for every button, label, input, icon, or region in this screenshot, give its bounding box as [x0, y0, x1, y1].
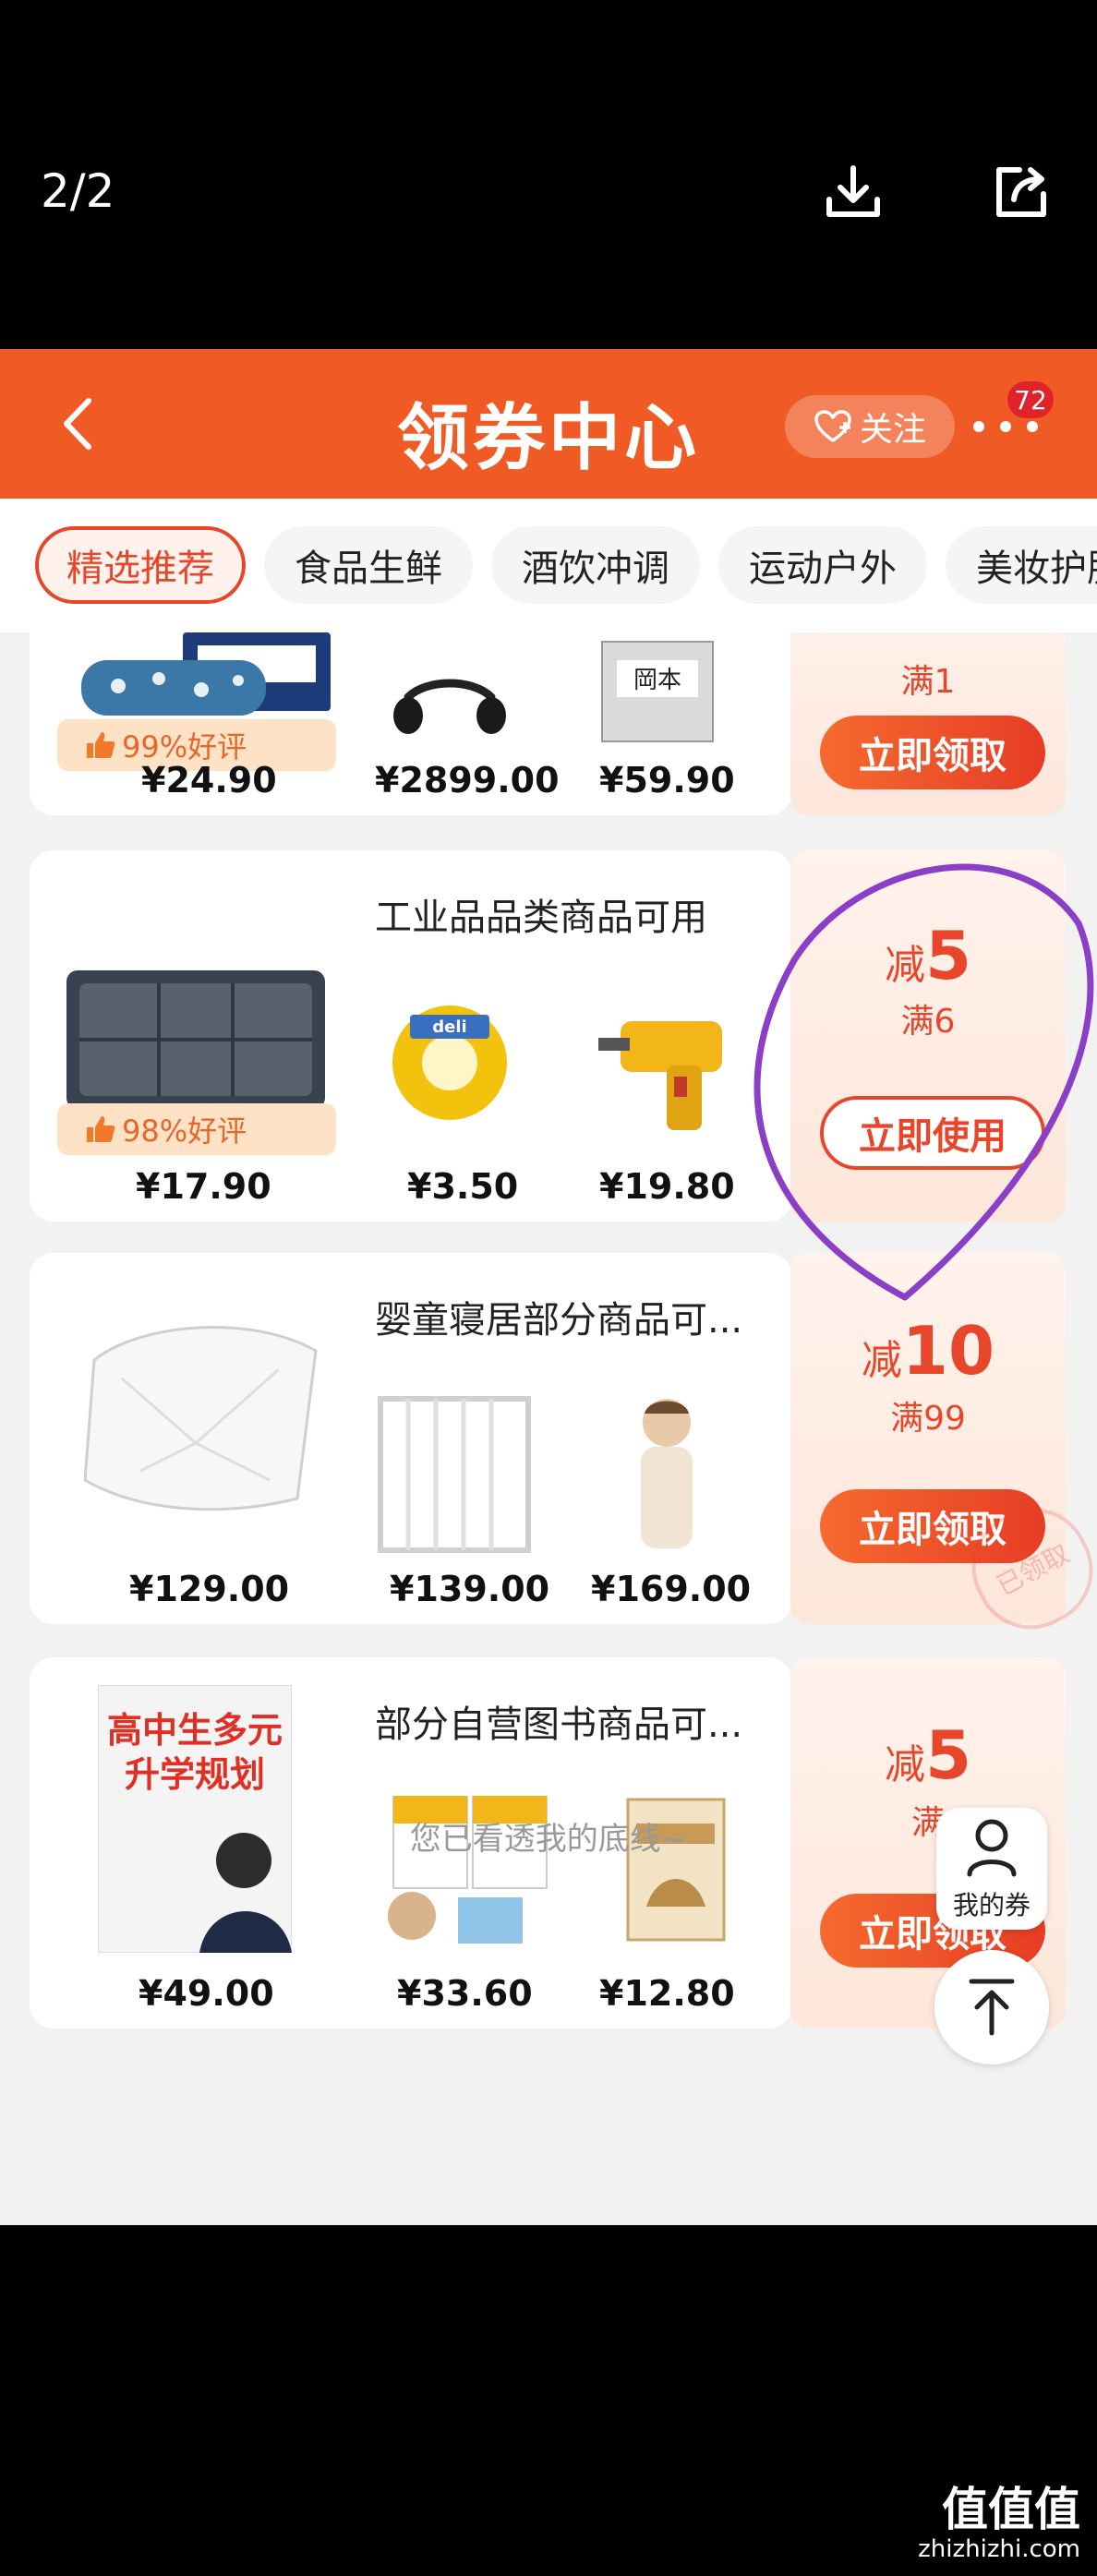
- product-price: ¥49.00: [139, 1973, 274, 2014]
- coupon-offer: 减5 满6 立即使用: [790, 850, 1066, 1222]
- back-to-top-button[interactable]: [934, 1950, 1049, 2064]
- rating-badge: 98%好评: [57, 1103, 336, 1155]
- product-price: ¥19.80: [599, 1166, 735, 1207]
- product-price: ¥33.60: [397, 1973, 533, 2014]
- notification-badge: 72: [1005, 379, 1056, 421]
- user-icon: [967, 1819, 1017, 1877]
- coupon-condition: 满1: [900, 663, 956, 701]
- product-price: ¥17.90: [136, 1166, 271, 1207]
- product-image: [641, 1399, 693, 1548]
- coupon-title: 婴童寝居部分商品可...: [375, 1299, 743, 1342]
- product-image: [378, 1396, 531, 1553]
- coupon-offer: 满1 立即领取: [790, 632, 1066, 815]
- product-image: [83, 1326, 318, 1511]
- use-now-button[interactable]: 立即使用: [820, 1096, 1045, 1170]
- product-brand-label: deli: [432, 1017, 466, 1037]
- product-image: [393, 679, 506, 734]
- thumbs-up-icon: [87, 732, 115, 758]
- product-price: ¥3.50: [407, 1166, 519, 1207]
- end-of-list-text: 您已看透我的底线~: [409, 1821, 688, 1858]
- follow-button[interactable]: 关注: [785, 395, 955, 458]
- share-icon[interactable]: [986, 157, 1056, 227]
- tab-beauty[interactable]: 美妆护肤: [946, 526, 1097, 604]
- product-image: [598, 1021, 722, 1130]
- product-image: 岡本: [601, 641, 714, 742]
- product-price: ¥139.00: [390, 1569, 550, 1609]
- coupon-amount: 减5: [884, 917, 972, 994]
- product-image: [81, 632, 331, 716]
- coupon-amount: 减5: [884, 1716, 972, 1794]
- arrow-up-icon: [969, 1979, 1015, 2036]
- coupon-title: 部分自营图书商品可...: [375, 1703, 743, 1746]
- coupon-card[interactable]: 工业品品类商品可用 98%好评 deli ¥17.90 ¥3.50 ¥19.80: [30, 850, 792, 1222]
- coupon-amount: 减10: [861, 1312, 995, 1390]
- thumbs-up-icon: [87, 1116, 115, 1142]
- tab-food[interactable]: 食品生鲜: [264, 526, 473, 604]
- tab-drinks[interactable]: 酒饮冲调: [491, 526, 700, 604]
- download-icon[interactable]: [818, 157, 888, 227]
- tab-featured[interactable]: 精选推荐: [35, 526, 246, 604]
- my-coupons-label: 我的券: [952, 1890, 1031, 1920]
- product-price: ¥24.90: [141, 760, 277, 800]
- watermark: 值值值 zhizhizhi.com: [918, 2483, 1080, 2563]
- coupon-list: 99%好评 岡本 ¥24.90 ¥2899.00 ¥59.90 满1 立即领取 …: [0, 632, 1097, 2225]
- tab-outdoor[interactable]: 运动户外: [718, 526, 927, 604]
- my-coupons-button[interactable]: 我的券: [936, 1808, 1047, 1930]
- header-bar: 领券中心 关注 72: [0, 349, 1097, 499]
- coupon-card[interactable]: 99%好评 岡本 ¥24.90 ¥2899.00 ¥59.90: [30, 632, 792, 815]
- book-cover-title: 高中生多元: [107, 1710, 283, 1751]
- product-image: deli: [392, 1005, 507, 1120]
- product-price: ¥59.90: [599, 760, 735, 800]
- product-brand-label: 岡本: [633, 667, 681, 694]
- product-price: ¥12.80: [599, 1973, 735, 2014]
- image-viewer-top-bar: 2/2: [0, 0, 1097, 349]
- product-price: ¥2899.00: [375, 760, 560, 800]
- product-price: ¥169.00: [591, 1569, 752, 1609]
- claim-button[interactable]: 立即领取: [820, 716, 1045, 789]
- heart-plus-icon: [814, 410, 851, 442]
- product-price: ¥129.00: [129, 1569, 290, 1609]
- coupon-condition: 满6: [900, 1003, 956, 1041]
- coupon-title: 工业品品类商品可用: [375, 897, 707, 939]
- image-viewer-bottom-bar: 值值值 zhizhizhi.com: [0, 2225, 1097, 2576]
- image-index: 2/2: [41, 164, 115, 218]
- coupon-condition: 满99: [890, 1400, 966, 1438]
- follow-label: 关注: [859, 411, 926, 449]
- coupon-card[interactable]: 婴童寝居部分商品可... ¥129.00 ¥139.00 ¥169.00: [30, 1253, 792, 1624]
- category-tabs: 精选推荐 食品生鲜 酒饮冲调 运动户外 美妆护肤: [0, 499, 1097, 632]
- coupon-center-app: 领券中心 关注 72 精选推荐 食品生鲜 酒饮冲调 运动户外 美妆护肤 99%好…: [0, 349, 1097, 2225]
- book-cover-title: 升学规划: [125, 1754, 265, 1795]
